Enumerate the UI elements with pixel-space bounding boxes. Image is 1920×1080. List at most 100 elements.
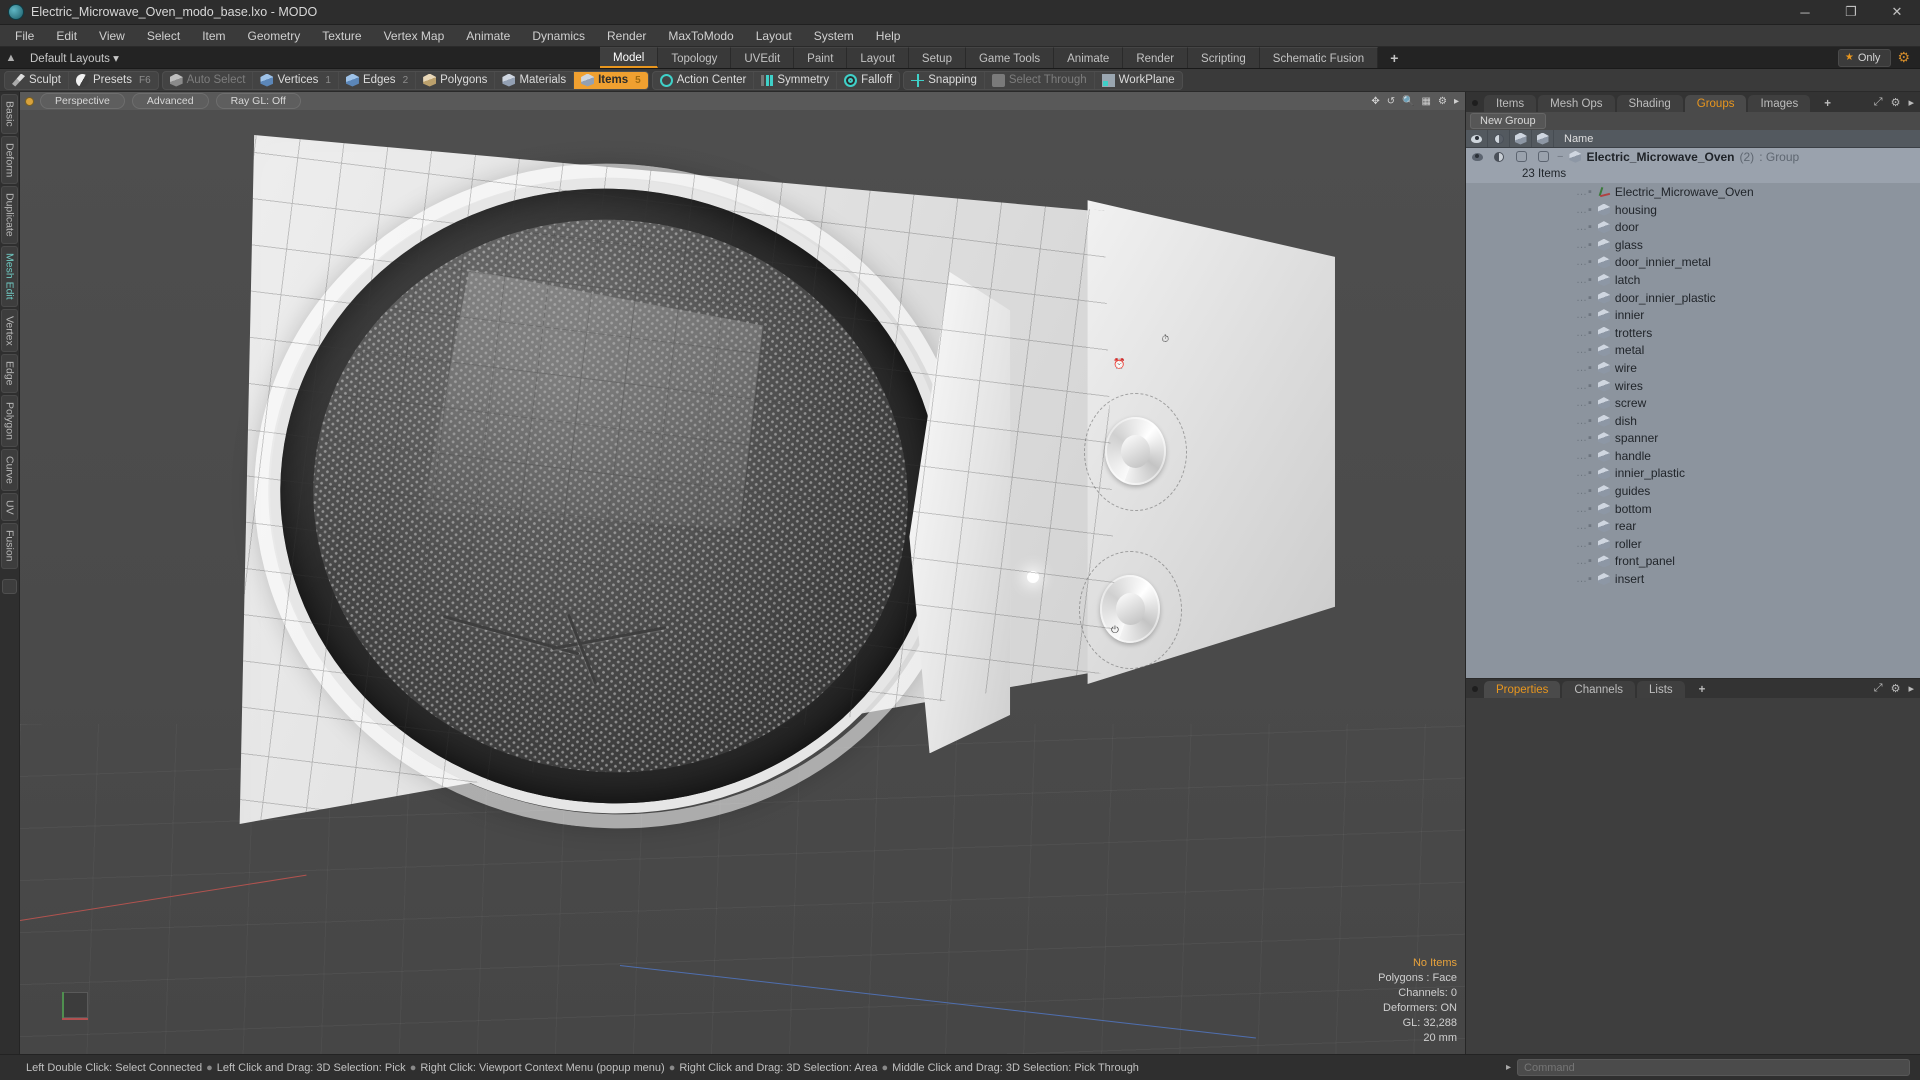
mode-button-falloff[interactable]: Falloff	[837, 72, 899, 89]
tree-row-item[interactable]: …▪ guides	[1466, 482, 1920, 500]
gear-icon[interactable]: ⚙	[1891, 96, 1901, 109]
left-tab-edge[interactable]: Edge	[1, 354, 18, 393]
left-tab-curve[interactable]: Curve	[1, 448, 18, 491]
viewport-menu-dot[interactable]	[26, 97, 33, 105]
layout-tab-game-tools[interactable]: Game Tools	[965, 47, 1055, 68]
row-visibility-toggle[interactable]	[1466, 152, 1488, 161]
mode-button-symmetry[interactable]: Symmetry	[754, 71, 838, 89]
tab-mesh-ops[interactable]: Mesh Ops	[1538, 95, 1615, 112]
viewport-canvas[interactable]: ⏱ ⏰ ⏻ No Items Polygons : Face Channels:…	[20, 110, 1465, 1054]
tree-row-item[interactable]: …▪ door_innier_metal	[1466, 254, 1920, 272]
chevron-right-icon[interactable]: ▸	[1908, 96, 1914, 109]
gear-icon[interactable]: ⚙	[1891, 682, 1901, 695]
left-tab-fusion[interactable]: Fusion	[1, 523, 18, 569]
default-layouts-dropdown[interactable]: Default Layouts ▾	[22, 51, 127, 65]
command-chevron-icon[interactable]: ▸	[1500, 1062, 1517, 1073]
panel-menu-dot[interactable]	[1472, 100, 1478, 106]
tree-row-item[interactable]: …▪ screw	[1466, 394, 1920, 412]
tree-row-item[interactable]: …▪ roller	[1466, 535, 1920, 553]
menu-layout[interactable]: Layout	[745, 26, 803, 46]
mode-button-action-center[interactable]: Action Center	[653, 71, 755, 89]
left-tab-uv[interactable]: UV	[1, 492, 18, 522]
tree-row-item[interactable]: …▪ innier	[1466, 306, 1920, 324]
menu-view[interactable]: View	[88, 26, 136, 46]
col-visibility-icon[interactable]	[1466, 130, 1488, 147]
layout-tab-model[interactable]: Model	[600, 47, 659, 68]
tree-row-item[interactable]: …▪ wires	[1466, 377, 1920, 395]
menu-system[interactable]: System	[803, 26, 865, 46]
mode-button-select-through[interactable]: Select Through	[985, 71, 1095, 89]
layout-tab-scripting[interactable]: Scripting	[1188, 47, 1260, 68]
mode-button-edges[interactable]: Edges 2	[339, 71, 417, 89]
layout-tab-render[interactable]: Render	[1123, 47, 1189, 68]
tree-row-item[interactable]: …▪ innier_plastic	[1466, 465, 1920, 483]
add-layout-tab-button[interactable]: +	[1378, 47, 1410, 68]
mode-button-workplane[interactable]: WorkPlane	[1095, 72, 1182, 89]
tree-row-item[interactable]: …▪ metal	[1466, 342, 1920, 360]
tree-row-item[interactable]: …▪ insert	[1466, 570, 1920, 588]
menu-vertex-map[interactable]: Vertex Map	[373, 26, 456, 46]
mode-button-items[interactable]: Items 5	[574, 71, 648, 89]
tree-row-item[interactable]: …▪ trotters	[1466, 324, 1920, 342]
layout-tab-schematic-fusion[interactable]: Schematic Fusion	[1259, 47, 1379, 68]
mode-button-snapping[interactable]: Snapping	[904, 71, 985, 89]
menu-help[interactable]: Help	[865, 26, 912, 46]
col-render-icon[interactable]	[1510, 130, 1532, 147]
left-tab-duplicate[interactable]: Duplicate	[1, 186, 18, 244]
layout-tab-animate[interactable]: Animate	[1054, 47, 1124, 68]
row-render-toggle[interactable]	[1510, 151, 1532, 163]
layout-tab-layout[interactable]: Layout	[847, 47, 909, 68]
left-rail-extra-button[interactable]	[2, 578, 17, 594]
layout-tab-paint[interactable]: Paint	[794, 47, 848, 68]
viewport-shading-dropdown[interactable]: Advanced	[131, 93, 209, 109]
expand-icon[interactable]: ⤢	[1874, 682, 1883, 695]
expand-toggle-icon[interactable]: −	[1557, 151, 1564, 163]
tree-row-item[interactable]: …▪ housing	[1466, 201, 1920, 219]
tree-row-group[interactable]: − Electric_Microwave_Oven (2): Group	[1466, 148, 1920, 166]
group-tree[interactable]: − Electric_Microwave_Oven (2): Group 23 Ite…	[1466, 148, 1920, 678]
layout-tab-setup[interactable]: Setup	[908, 47, 966, 68]
viewport-projection-dropdown[interactable]: Perspective	[40, 93, 125, 109]
tree-row-item[interactable]: …▪ dish	[1466, 412, 1920, 430]
menu-edit[interactable]: Edit	[45, 26, 88, 46]
menu-geometry[interactable]: Geometry	[237, 26, 312, 46]
gear-icon[interactable]: ⚙	[1891, 49, 1916, 66]
menu-maxtomodo[interactable]: MaxToModo	[657, 26, 744, 46]
menu-select[interactable]: Select	[136, 26, 191, 46]
tree-row-item[interactable]: …▪ door	[1466, 218, 1920, 236]
mode-button-auto-select[interactable]: Auto Select	[163, 71, 254, 89]
tree-row-item[interactable]: …▪ Electric_Microwave_Oven	[1466, 183, 1920, 201]
left-tab-polygon[interactable]: Polygon	[1, 394, 18, 447]
only-toggle[interactable]: ★ Only	[1837, 48, 1892, 67]
left-tab-mesh-edit[interactable]: Mesh Edit	[1, 245, 18, 307]
mode-button-vertices[interactable]: Vertices 1	[253, 71, 339, 89]
layout-home-icon[interactable]: ▲	[0, 47, 22, 68]
layout-tab-topology[interactable]: Topology	[658, 47, 732, 68]
gear-icon[interactable]: ⚙	[1438, 96, 1447, 107]
props-tab-properties[interactable]: Properties	[1484, 681, 1561, 698]
tab-groups[interactable]: Groups	[1684, 95, 1747, 112]
mode-button-materials[interactable]: Materials	[495, 71, 575, 89]
tree-row-item[interactable]: …▪ latch	[1466, 271, 1920, 289]
new-group-button[interactable]: New Group	[1470, 113, 1546, 129]
menu-dynamics[interactable]: Dynamics	[521, 26, 596, 46]
menu-texture[interactable]: Texture	[311, 26, 372, 46]
row-select-toggle[interactable]	[1532, 151, 1554, 163]
props-tab-channels[interactable]: Channels	[1562, 681, 1636, 698]
menu-animate[interactable]: Animate	[455, 26, 521, 46]
expand-icon[interactable]: ⤢	[1874, 96, 1883, 109]
close-button[interactable]: ✕	[1874, 0, 1920, 24]
tree-row-item[interactable]: …▪ handle	[1466, 447, 1920, 465]
zoom-icon[interactable]: 🔍	[1402, 96, 1414, 107]
tab-items[interactable]: Items	[1484, 95, 1537, 112]
tab-shading[interactable]: Shading	[1616, 95, 1683, 112]
minimize-button[interactable]: ─	[1782, 0, 1828, 24]
row-shading-toggle[interactable]	[1488, 151, 1510, 162]
props-tab-lists[interactable]: Lists	[1637, 681, 1685, 698]
mode-button-polygons[interactable]: Polygons	[416, 71, 496, 89]
move-icon[interactable]: ✥	[1371, 96, 1379, 107]
chevron-right-icon[interactable]: ▸	[1908, 682, 1914, 695]
microwave-oven-model[interactable]: ⏱ ⏰ ⏻	[215, 110, 1335, 936]
tree-row-item[interactable]: …▪ front_panel	[1466, 553, 1920, 571]
col-select-icon[interactable]	[1532, 130, 1554, 147]
